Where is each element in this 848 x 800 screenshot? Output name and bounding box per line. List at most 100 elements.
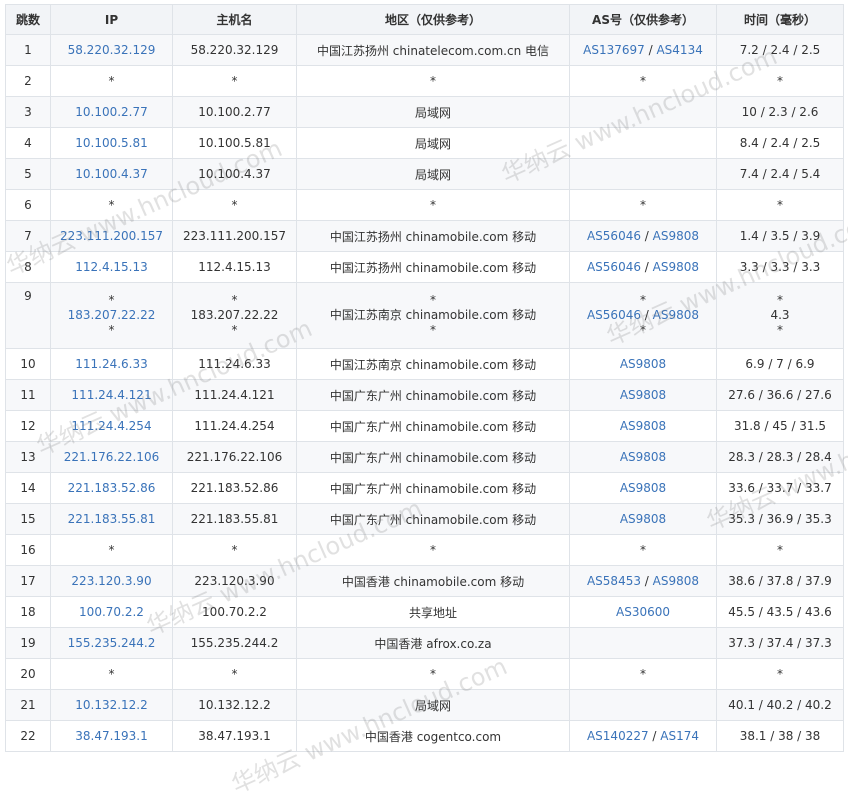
asn-cell: * AS56046 / AS9808 * [569, 282, 717, 349]
time-value: 38.1 / 38 / 38 [739, 729, 821, 743]
header-time: 时间（毫秒） [716, 4, 844, 35]
asn-link[interactable]: AS30600 [616, 605, 670, 619]
hostname-cell: 223.111.200.157 [172, 220, 297, 252]
asn-link[interactable]: AS9808 [653, 574, 699, 588]
asn-star: * [640, 293, 646, 307]
ip-link[interactable]: 10.132.12.2 [75, 698, 148, 712]
table-row: 5 10.100.4.37 10.100.4.37 局域网 7.4 / 2.4 / 5.… [5, 158, 844, 190]
time-value: 6.9 / 7 / 6.9 [745, 357, 815, 371]
ip-link[interactable]: 111.24.6.33 [75, 357, 148, 371]
table-row: 4 10.100.5.81 10.100.5.81 局域网 8.4 / 2.4 / 2.… [5, 127, 844, 159]
hop-cell: 13 [5, 441, 51, 473]
region-cell: 中国江苏扬州 chinamobile.com 移动 [296, 220, 570, 252]
ip-cell: 155.235.244.2 [50, 627, 173, 659]
hostname-value: 155.235.244.2 [190, 636, 279, 650]
hostname-cell: * [172, 189, 297, 221]
hop-number: 20 [20, 667, 36, 681]
hop-number: 21 [20, 698, 36, 712]
hostname-value: 221.176.22.106 [186, 450, 283, 464]
asn-group: AS9808 [620, 481, 666, 495]
ip-link[interactable]: 38.47.193.1 [75, 729, 148, 743]
ip-link[interactable]: 223.120.3.90 [71, 574, 151, 588]
table-row: 20 * * * * * [5, 658, 844, 690]
time-value: 1.4 / 3.5 / 3.9 [739, 229, 821, 243]
region-cell: 局域网 [296, 689, 570, 721]
table-row: 18 100.70.2.2 100.70.2.2 共享地址 AS30600 45.5 / … [5, 596, 844, 628]
ip-link[interactable]: 10.100.4.37 [75, 167, 148, 181]
asn-cell [569, 158, 717, 190]
hostname-cell: 10.132.12.2 [172, 689, 297, 721]
table-row: 11 111.24.4.121 111.24.4.121 中国广东广州 chinamo… [5, 379, 844, 411]
asn-link[interactable]: AS56046 [587, 260, 641, 274]
hostname-value: 58.220.32.129 [190, 43, 279, 57]
ip-link[interactable]: 10.100.5.81 [75, 136, 148, 150]
header-hostname: 主机名 [172, 4, 297, 35]
time-value: * [777, 543, 783, 557]
asn-link[interactable]: AS9808 [620, 419, 666, 433]
time-value: 31.8 / 45 / 31.5 [733, 419, 827, 433]
time-cell: * [716, 534, 844, 566]
asn-cell: AS58453 / AS9808 [569, 565, 717, 597]
ip-link[interactable]: 155.235.244.2 [68, 636, 156, 650]
region-value: 中国江苏南京 chinamobile.com 移动 [329, 357, 537, 372]
time-cell: 40.1 / 40.2 / 40.2 [716, 689, 844, 721]
hostname-value: 10.100.4.37 [198, 167, 271, 181]
time-value: 37.3 / 37.4 / 37.3 [728, 636, 832, 650]
ip-link[interactable]: 223.111.200.157 [60, 229, 163, 243]
time-value: 38.6 / 37.8 / 37.9 [728, 574, 832, 588]
asn-link[interactable]: AS137697 [583, 43, 645, 57]
asn-link[interactable]: AS9808 [620, 481, 666, 495]
asn-value: * [640, 74, 646, 88]
asn-link[interactable]: AS56046 [587, 308, 641, 322]
asn-link[interactable]: AS174 [660, 729, 699, 743]
ip-link[interactable]: 100.70.2.2 [79, 605, 144, 619]
hostname-cell: * [172, 534, 297, 566]
asn-link[interactable]: AS9808 [620, 388, 666, 402]
hostname-value: * [231, 74, 238, 88]
hop-cell: 4 [5, 127, 51, 159]
ip-link[interactable]: 221.183.55.81 [68, 512, 156, 526]
ip-value: * [108, 543, 115, 557]
asn-cell [569, 689, 717, 721]
asn-link[interactable]: AS9808 [620, 512, 666, 526]
hop-number: 4 [24, 136, 32, 150]
table-row: 6 * * * * * [5, 189, 844, 221]
asn-link[interactable]: AS9808 [620, 450, 666, 464]
ip-link[interactable]: 221.176.22.106 [64, 450, 159, 464]
hostname-value: 221.183.55.81 [190, 512, 279, 526]
ip-link[interactable]: 183.207.22.22 [53, 308, 170, 323]
ip-link[interactable]: 111.24.4.254 [71, 419, 151, 433]
asn-cell: * [569, 658, 717, 690]
region-value: 中国江苏南京 chinamobile.com 移动 [329, 308, 537, 322]
asn-link[interactable]: AS9808 [653, 308, 699, 322]
hostname-value: 112.4.15.13 [198, 260, 271, 274]
asn-link[interactable]: AS9808 [653, 229, 699, 243]
ip-link[interactable]: 221.183.52.86 [68, 481, 156, 495]
asn-link[interactable]: AS4134 [656, 43, 702, 57]
asn-cell: * [569, 65, 717, 97]
hostname-cell: 10.100.2.77 [172, 96, 297, 128]
ip-link[interactable]: 111.24.4.121 [71, 388, 151, 402]
asn-star: * [640, 323, 646, 337]
hop-number: 16 [20, 543, 36, 557]
asn-link[interactable]: AS9808 [620, 357, 666, 371]
time-cell: 38.1 / 38 / 38 [716, 720, 844, 752]
hop-number: 10 [20, 357, 36, 371]
ip-link[interactable]: 112.4.15.13 [75, 260, 148, 274]
region-cell: * [296, 534, 570, 566]
region-star: * [430, 293, 436, 307]
asn-link[interactable]: AS58453 [587, 574, 641, 588]
ip-link[interactable]: 58.220.32.129 [68, 43, 156, 57]
region-cell: * 中国江苏南京 chinamobile.com 移动 * [296, 282, 570, 349]
hop-number: 5 [24, 167, 32, 181]
asn-link[interactable]: AS140227 [587, 729, 649, 743]
ip-value: * [108, 198, 115, 212]
asn-link[interactable]: AS9808 [653, 260, 699, 274]
time-value: 40.1 / 40.2 / 40.2 [728, 698, 832, 712]
asn-link[interactable]: AS56046 [587, 229, 641, 243]
ip-link[interactable]: 10.100.2.77 [75, 105, 148, 119]
hop-number: 2 [24, 74, 32, 88]
hop-cell: 19 [5, 627, 51, 659]
time-value: 4.3 [770, 308, 790, 322]
hop-cell: 21 [5, 689, 51, 721]
